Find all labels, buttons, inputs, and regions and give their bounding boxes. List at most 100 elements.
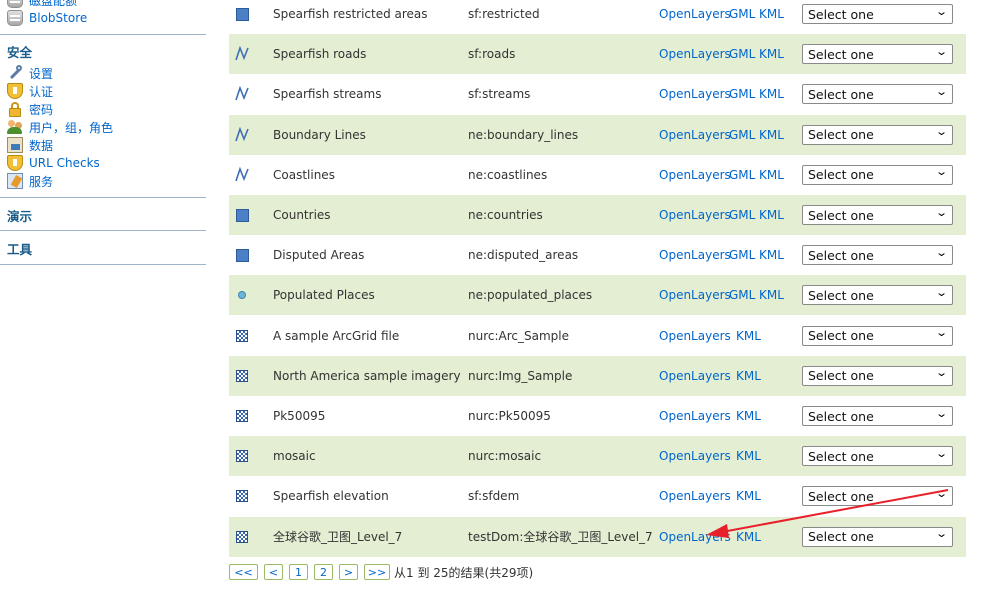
chevron-down-icon: ⌄ (934, 486, 948, 500)
format-select-cell: Select one ⌄ (802, 195, 953, 235)
sidebar-item-settings[interactable]: 设置 (7, 64, 53, 82)
polygon-layer-icon (235, 208, 249, 222)
openlayers-link[interactable]: OpenLayers (659, 396, 731, 436)
layer-type-cell (234, 436, 250, 476)
format-select[interactable]: Select one ⌄ (802, 325, 953, 346)
openlayers-link[interactable]: OpenLayers (659, 74, 731, 114)
last-page-button[interactable]: >> (364, 564, 390, 580)
prev-page-button[interactable]: < (264, 564, 283, 580)
gml-link[interactable]: GML (729, 195, 755, 235)
next-page-button[interactable]: > (339, 564, 358, 580)
kml-link[interactable]: KML (759, 34, 784, 74)
format-select[interactable]: Select one ⌄ (802, 285, 953, 306)
layer-name: nurc:Arc_Sample (468, 328, 569, 343)
openlayers-link[interactable]: OpenLayers (659, 235, 731, 275)
gml-link[interactable]: GML (729, 115, 755, 155)
layer-title: A sample ArcGrid file (273, 328, 400, 343)
gml-link[interactable]: GML (729, 235, 755, 275)
line-layer-icon (234, 166, 250, 183)
openlayers-link[interactable]: OpenLayers (659, 436, 731, 476)
format-select[interactable]: Select one ⌄ (802, 486, 953, 507)
format-select[interactable]: Select one ⌄ (802, 446, 953, 467)
openlayers-link[interactable]: OpenLayers (659, 195, 731, 235)
layer-name: sf:streams (468, 87, 531, 102)
format-select[interactable]: Select one ⌄ (802, 526, 953, 547)
openlayers-link[interactable]: OpenLayers (659, 316, 731, 356)
kml-link[interactable]: KML (759, 115, 784, 155)
format-select[interactable]: Select one ⌄ (802, 124, 953, 145)
sidebar-divider (0, 230, 206, 231)
kml-link[interactable]: KML (759, 275, 784, 315)
raster-layer-icon (236, 450, 248, 463)
openlayers-link[interactable]: OpenLayers (659, 155, 731, 195)
format-select[interactable]: Select one ⌄ (802, 205, 953, 225)
layer-type-cell (234, 316, 250, 356)
kml-link[interactable]: KML (736, 436, 761, 476)
layer-title: Spearfish roads (273, 47, 367, 62)
format-select-cell: Select one ⌄ (802, 155, 953, 195)
format-select-value: Select one (808, 287, 874, 303)
openlayers-link[interactable]: OpenLayers (659, 356, 731, 396)
openlayers-link[interactable]: OpenLayers (659, 0, 731, 34)
format-select[interactable]: Select one ⌄ (802, 406, 953, 426)
gml-link[interactable]: GML (729, 34, 755, 74)
openlayers-link[interactable]: OpenLayers (659, 517, 731, 557)
format-select[interactable]: Select one ⌄ (802, 44, 953, 65)
chevron-down-icon: ⌄ (934, 44, 948, 58)
gml-link[interactable]: GML (729, 275, 755, 315)
first-page-button[interactable]: << (229, 564, 258, 580)
kml-link[interactable]: KML (759, 235, 784, 275)
sidebar-item-users-groups-roles[interactable]: 用户，组，角色 (7, 118, 113, 136)
format-select-value: Select one (808, 529, 874, 545)
point-layer-icon (238, 291, 246, 300)
format-select[interactable]: Select one ⌄ (802, 4, 953, 24)
kml-link[interactable]: KML (759, 155, 784, 195)
sidebar-item-passwords[interactable]: 密码 (7, 100, 53, 118)
kml-link[interactable]: KML (736, 476, 761, 516)
gml-link[interactable]: GML (729, 0, 755, 34)
table-row: Pk50095 nurc:Pk50095 OpenLayers KML Select o… (229, 396, 966, 436)
sidebar-item-authentication[interactable]: 认证 (7, 82, 53, 100)
kml-link[interactable]: KML (759, 74, 784, 114)
page-button-2[interactable]: 2 (314, 564, 333, 580)
layer-title: Countries (273, 208, 331, 222)
openlayers-link[interactable]: OpenLayers (659, 476, 731, 516)
sidebar-heading-demos[interactable]: 演示 (7, 206, 32, 225)
kml-link[interactable]: KML (759, 0, 784, 34)
kml-link[interactable]: KML (736, 396, 761, 436)
openlayers-link[interactable]: OpenLayers (659, 275, 731, 315)
page-button-1[interactable]: 1 (289, 564, 308, 580)
chevron-down-icon: ⌄ (934, 326, 948, 340)
table-row: Populated Places ne:populated_places OpenL… (229, 275, 966, 316)
sidebar-item-blobstore[interactable]: BlobStore (7, 9, 87, 27)
table-row: Countries ne:countries OpenLayers GML KML Sel… (229, 195, 966, 235)
format-select-cell: Select one ⌄ (802, 436, 953, 476)
kml-link[interactable]: KML (736, 316, 761, 356)
openlayers-link[interactable]: OpenLayers (659, 34, 731, 74)
kml-link[interactable]: KML (736, 517, 761, 557)
gml-link[interactable]: GML (729, 155, 755, 195)
sidebar-item-disk-quota[interactable]: 磁盘配额 (7, 0, 77, 9)
format-select[interactable]: Select one ⌄ (802, 164, 953, 185)
openlayers-link[interactable]: OpenLayers (659, 115, 731, 155)
raster-layer-icon (236, 329, 248, 342)
gml-link[interactable]: GML (729, 74, 755, 114)
format-select-value: Select one (808, 247, 874, 263)
sidebar-item-url-checks[interactable]: URL Checks (7, 154, 100, 172)
kml-link[interactable]: KML (736, 356, 761, 396)
sidebar-heading-tools[interactable]: 工具 (7, 239, 32, 258)
layer-name: nurc:Img_Sample (468, 368, 573, 383)
format-select[interactable]: Select one ⌄ (802, 365, 953, 386)
layer-title: Disputed Areas (273, 248, 365, 263)
service-icon (7, 173, 23, 189)
table-row: A sample ArcGrid file nurc:Arc_Sample Open… (229, 316, 966, 356)
format-select[interactable]: Select one ⌄ (802, 84, 953, 105)
kml-link[interactable]: KML (759, 195, 784, 235)
sidebar-item-services[interactable]: 服务 (7, 172, 53, 190)
table-row: North America sample imagery nurc:Img_Sam… (229, 355, 966, 396)
layer-type-cell (234, 155, 250, 195)
layer-title: North America sample imagery (273, 368, 461, 383)
format-select[interactable]: Select one ⌄ (802, 245, 953, 266)
format-select-value: Select one (808, 127, 874, 143)
sidebar-item-data[interactable]: 数据 (7, 136, 53, 154)
